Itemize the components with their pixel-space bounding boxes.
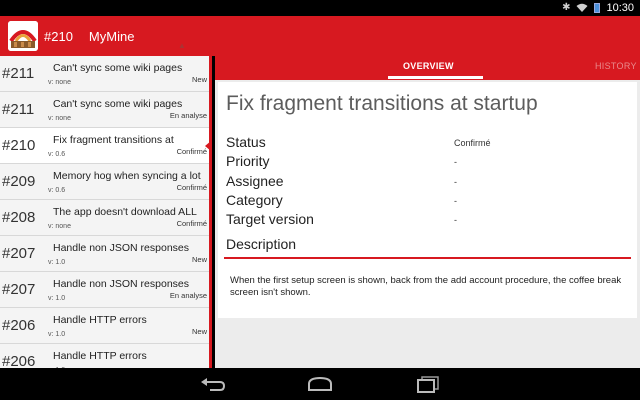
issue-number: #210	[2, 137, 36, 154]
issue-list-item[interactable]: #211 Can't sync some wiki pages v: none New	[0, 56, 209, 92]
priority-value: -	[454, 157, 457, 167]
issue-number: #206	[2, 317, 36, 334]
wifi-icon	[576, 3, 588, 12]
issue-number: #210	[44, 28, 73, 44]
issue-status: New	[191, 75, 207, 84]
issue-title: Memory hog when syncing a lot	[53, 170, 201, 182]
issue-version: v: 1.0	[48, 295, 66, 302]
issue-number: #208	[2, 209, 36, 226]
issue-status: Confirmé	[176, 147, 207, 156]
issue-list-item[interactable]: #209 Memory hog when syncing a lot v: 0.6 C…	[0, 164, 209, 200]
status-bar: ✱ 10:30	[0, 0, 640, 16]
navigation-bar	[0, 368, 640, 400]
app-logo-icon[interactable]	[8, 21, 38, 51]
issue-title: Handle HTTP errors	[53, 350, 147, 362]
issue-version: v: none	[48, 223, 71, 230]
issue-number: #207	[2, 281, 36, 298]
category-value: -	[454, 196, 457, 206]
list-overflow-indicator: ▲	[178, 41, 186, 50]
issue-status: En analyse	[169, 111, 207, 120]
issue-title: Fix fragment transitions at startup	[226, 92, 538, 115]
issue-title: Handle non JSON responses	[53, 242, 189, 254]
recent-apps-icon[interactable]	[414, 374, 442, 394]
issue-number: #206	[2, 353, 36, 368]
tab-history[interactable]: HISTORY	[595, 61, 637, 71]
issue-status: Confirmé	[176, 219, 207, 228]
assignee-value: -	[454, 177, 457, 187]
description-label: Description	[226, 236, 297, 252]
target-version-value: -	[454, 215, 457, 225]
issue-list[interactable]: #211 Can't sync some wiki pages v: none New…	[0, 56, 212, 368]
status-label: Status	[226, 134, 266, 150]
clock: 10:30	[606, 2, 634, 14]
assignee-label: Assignee	[226, 173, 284, 189]
issue-title: Fix fragment transitions at	[53, 134, 174, 146]
issue-list-item[interactable]: #206Handle HTTP errorsv: 1.0	[0, 344, 209, 368]
category-label: Category	[226, 192, 283, 208]
back-icon[interactable]	[198, 374, 226, 394]
issue-title: Handle HTTP errors	[53, 314, 147, 326]
issue-version: v: 0.6	[48, 151, 66, 158]
home-icon[interactable]	[306, 374, 334, 394]
tab-bar: OVERVIEW HISTORY	[215, 56, 640, 80]
issue-version: v: 0.6	[48, 187, 66, 194]
issue-list-item[interactable]: #211 Can't sync some wiki pages v: none En …	[0, 92, 209, 128]
issue-status: Confirmé	[176, 183, 207, 192]
issue-title: The app doesn't download ALL	[53, 206, 197, 218]
action-bar: #210 MyMine	[0, 16, 640, 56]
status-value: Confirmé	[454, 138, 491, 148]
issue-title: Handle non JSON responses	[53, 278, 189, 290]
overview-card: Fix fragment transitions at startup Stat…	[218, 82, 637, 318]
bluetooth-icon: ✱	[562, 2, 571, 13]
target-version-label: Target version	[226, 211, 314, 227]
issue-number: #209	[2, 173, 36, 190]
issue-title: Can't sync some wiki pages	[53, 62, 183, 74]
issue-status: En analyse	[169, 291, 207, 300]
issue-status: New	[191, 255, 207, 264]
issue-number: #211	[2, 65, 35, 82]
priority-label: Priority	[226, 153, 270, 169]
issue-status: New	[191, 327, 207, 336]
issue-list-item[interactable]: #206 Handle HTTP errors v: 1.0 New	[0, 308, 209, 344]
selected-indicator	[205, 140, 209, 152]
issue-list-item[interactable]: #210 Fix fragment transitions at v: 0.6 Con…	[0, 128, 209, 164]
description-text: When the first setup screen is shown, ba…	[230, 275, 622, 298]
issue-version: v: none	[48, 79, 71, 86]
issue-version: v: 1.0	[48, 331, 66, 338]
issue-detail-pane: OVERVIEW HISTORY Fix fragment transition…	[215, 56, 640, 368]
tab-overview[interactable]: OVERVIEW	[403, 61, 454, 71]
issue-version: v: none	[48, 115, 71, 122]
app-title: MyMine	[88, 28, 135, 44]
issue-list-item[interactable]: #207 Handle non JSON responses v: 1.0 New	[0, 236, 209, 272]
issue-number: #211	[2, 101, 35, 118]
issue-list-item[interactable]: #207 Handle non JSON responses v: 1.0 En an…	[0, 272, 209, 308]
issue-list-item[interactable]: #208 The app doesn't download ALL v: none C…	[0, 200, 209, 236]
battery-icon	[594, 3, 601, 13]
issue-version: v: 1.0	[48, 259, 66, 266]
description-divider	[224, 257, 631, 259]
tab-indicator	[388, 76, 483, 79]
issue-title: Can't sync some wiki pages	[53, 98, 183, 110]
issue-number: #207	[2, 245, 36, 262]
